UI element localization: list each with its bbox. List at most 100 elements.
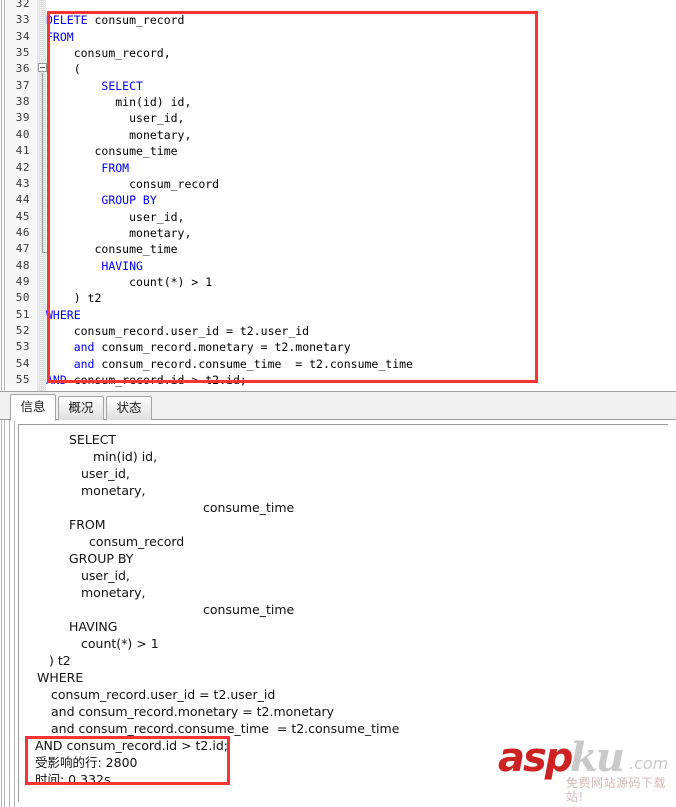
code-text: consum_record.id > t2.id; <box>66 373 247 388</box>
result-line: monetary, <box>81 483 146 498</box>
code-line[interactable]: ( <box>46 61 81 77</box>
code-text: ) t2 <box>73 291 102 306</box>
code-line[interactable]: monetary, <box>46 127 191 143</box>
result-text-frame[interactable]: SELECT min(id) id, user_id, monetary, consum… <box>18 424 668 802</box>
code-text: monetary, <box>129 127 192 142</box>
result-line: FROM <box>69 517 106 532</box>
code-line[interactable]: consume_time <box>46 143 178 159</box>
line-number: 41 <box>15 144 30 158</box>
code-line[interactable]: HAVING <box>46 258 143 274</box>
code-text: user_id, <box>129 111 185 126</box>
result-line: GROUP BY <box>69 551 134 566</box>
line-number: 34 <box>15 29 30 43</box>
result-rail-2 <box>4 420 5 807</box>
result-line: consum_record.user_id = t2.user_id <box>51 687 276 702</box>
code-line[interactable]: FROM <box>46 29 74 45</box>
result-line: consume_time <box>203 500 295 515</box>
line-number: 50 <box>15 291 30 305</box>
line-number: 47 <box>15 242 30 256</box>
sql-editor-pane[interactable]: 32 33 34 35 36 37 38 39 40 41 42 43 44 45 46 47 48 49 50 51… <box>0 0 676 391</box>
sql-keyword: AND <box>46 373 67 388</box>
result-message-pane[interactable]: SELECT min(id) id, user_id, monetary, consum… <box>0 420 676 807</box>
line-number: 49 <box>15 274 30 288</box>
code-text: consum_record.user_id = t2.user_id <box>73 324 310 338</box>
result-rail-3 <box>9 420 10 807</box>
line-number: 40 <box>15 127 30 141</box>
code-line[interactable]: ) t2 <box>46 290 102 306</box>
sql-keyword: HAVING <box>101 258 143 273</box>
result-line: min(id) id, <box>93 449 158 464</box>
code-line[interactable]: consum_record <box>46 176 219 192</box>
code-text: consum_record <box>129 176 220 191</box>
result-line: HAVING <box>69 619 118 634</box>
sql-keyword: and <box>73 356 95 371</box>
code-line[interactable]: and consum_record.consume_time = t2.cons… <box>46 356 413 372</box>
result-rail-4 <box>14 420 15 807</box>
code-line[interactable]: FROM <box>46 160 129 176</box>
line-number: 36 <box>15 62 30 76</box>
code-line[interactable]: monetary, <box>46 225 191 241</box>
sql-keyword: and <box>73 340 95 355</box>
line-number: 42 <box>15 160 30 174</box>
line-number: 51 <box>15 307 30 321</box>
code-line[interactable]: and consum_record.monetary = t2.monetary <box>46 339 351 355</box>
tab-info[interactable]: 信息 <box>10 394 56 421</box>
code-text: consume_time <box>94 242 178 257</box>
code-text: monetary, <box>129 225 192 240</box>
sql-keyword: SELECT <box>101 78 143 93</box>
code-line[interactable]: consum_record, <box>46 45 171 61</box>
tab-status[interactable]: 状态 <box>106 396 152 421</box>
code-text: consum_record <box>87 13 185 28</box>
line-number: 35 <box>15 46 30 60</box>
code-text: consum_record, <box>73 46 171 61</box>
result-line: consum_record <box>89 534 185 549</box>
code-fold-collapse-icon[interactable] <box>38 63 47 72</box>
result-rail-1 <box>1 420 2 807</box>
sql-keyword: GROUP BY <box>101 193 157 208</box>
sql-keyword: FROM <box>101 160 130 175</box>
code-line[interactable]: SELECT <box>46 78 143 94</box>
result-line: user_id, <box>81 568 130 583</box>
code-line[interactable]: user_id, <box>46 110 184 126</box>
result-line: and consum_record.monetary = t2.monetary <box>51 704 335 719</box>
result-line: user_id, <box>81 466 130 481</box>
code-line[interactable]: consum_record.user_id = t2.user_id <box>46 323 309 339</box>
result-line: 时间: 0.332s <box>35 772 111 787</box>
code-line[interactable]: DELETE consum_record <box>46 12 184 28</box>
code-line[interactable]: GROUP BY <box>46 192 157 208</box>
code-text: consum_record.consume_time = t2.consume_… <box>94 356 413 371</box>
code-text: user_id, <box>129 209 185 224</box>
tab-profile[interactable]: 概况 <box>58 396 104 421</box>
code-line[interactable]: AND consum_record.id > t2.id; <box>46 372 247 388</box>
line-number: 52 <box>15 324 30 337</box>
line-number: 48 <box>15 258 30 272</box>
line-number: 46 <box>15 225 30 239</box>
code-text: consume_time <box>94 144 178 159</box>
code-line[interactable]: user_id, <box>46 209 184 225</box>
sql-keyword: FROM <box>46 29 74 44</box>
sql-keyword: WHERE <box>46 307 81 322</box>
code-line[interactable]: WHERE <box>46 307 81 323</box>
code-line[interactable]: consume_time <box>46 241 178 257</box>
code-line[interactable]: min(id) id, <box>46 94 191 110</box>
sql-keyword: DELETE <box>46 13 88 28</box>
code-line[interactable]: count(*) > 1 <box>46 274 212 290</box>
result-line: SELECT <box>69 432 117 447</box>
code-text: consum_record.monetary = t2.monetary <box>94 340 351 355</box>
line-number: 43 <box>15 176 30 190</box>
